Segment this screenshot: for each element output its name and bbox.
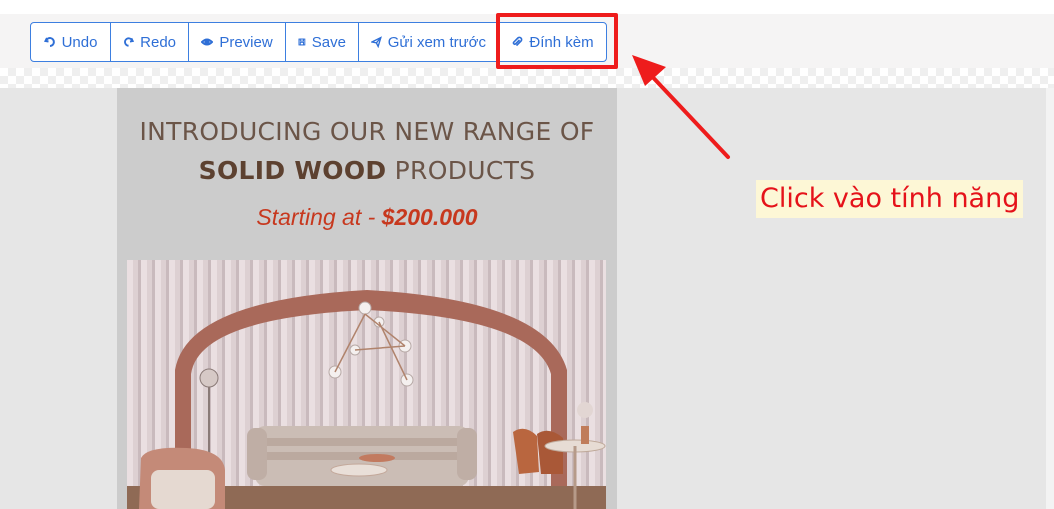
floppy-disk-icon [298, 38, 306, 46]
annotation-callout: Click vào tính năng [756, 180, 1024, 218]
email-headline-line2: SOLID WOOD PRODUCTS [117, 151, 617, 190]
email-headline-line1: INTRODUCING OUR NEW RANGE OF [139, 117, 595, 146]
email-template-preview[interactable]: INTRODUCING OUR NEW RANGE OF SOLID WOOD … [117, 88, 617, 509]
redo-label: Redo [140, 33, 176, 51]
transparent-strip [0, 68, 1054, 88]
undo-button[interactable]: Undo [31, 23, 111, 61]
price-prefix: Starting at - [256, 204, 382, 230]
redo-icon [124, 37, 135, 47]
furniture-hero-image [127, 260, 606, 509]
send-preview-label: Gửi xem trước [387, 33, 486, 51]
eye-icon [201, 38, 214, 46]
pointer-arrow-icon [632, 55, 730, 159]
email-headline-bold: SOLID WOOD [198, 156, 387, 185]
canvas-scroll-edge [1046, 88, 1054, 509]
email-headline-rest: PRODUCTS [386, 156, 536, 185]
price-value: $200.000 [381, 204, 478, 230]
undo-label: Undo [61, 33, 98, 51]
save-label: Save [311, 33, 346, 51]
email-headline: INTRODUCING OUR NEW RANGE OF SOLID WOOD … [117, 112, 617, 190]
redo-button[interactable]: Redo [111, 23, 189, 61]
paper-plane-icon [371, 36, 382, 48]
preview-button[interactable]: Preview [189, 23, 286, 61]
undo-icon [43, 37, 55, 47]
email-price: Starting at - $200.000 [117, 204, 617, 231]
send-preview-button[interactable]: Gửi xem trước [359, 23, 499, 61]
preview-label: Preview [219, 33, 273, 51]
save-button[interactable]: Save [286, 23, 359, 61]
attach-highlight-box [496, 13, 618, 69]
